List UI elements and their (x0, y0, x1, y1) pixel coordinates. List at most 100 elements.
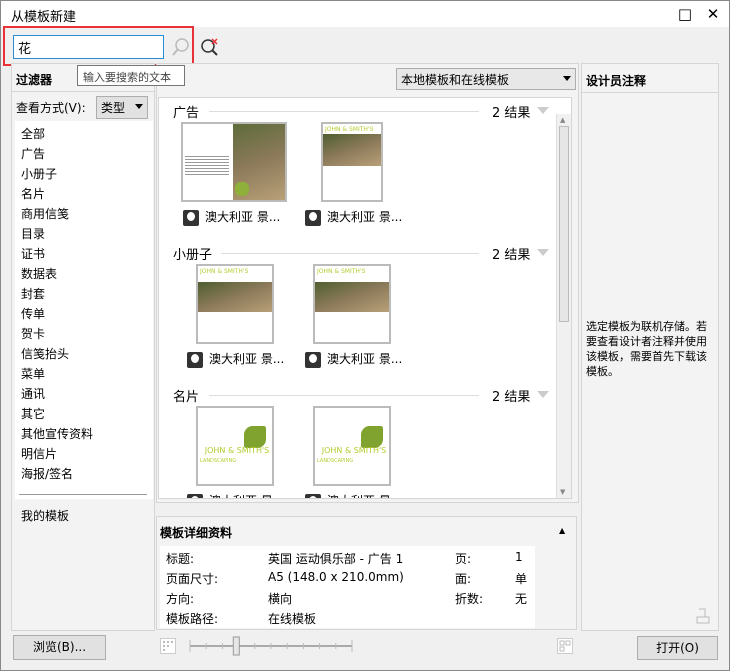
category-item[interactable]: 海报/签名 (21, 465, 73, 482)
title-bar: 从模板新建 □ ✕ (1, 1, 729, 27)
template-thumbnail[interactable]: JOHN & SMITH'S (321, 122, 383, 202)
category-item[interactable]: 通讯 (21, 385, 45, 402)
category-item[interactable]: 名片 (21, 185, 45, 202)
details-table: 标题: 英国 运动俱乐部 - 广告 1 页: 1 页面尺寸: A5 (148.0 x 21… (160, 546, 535, 628)
source-value: 本地模板和在线模板 (401, 73, 510, 87)
search-input[interactable] (13, 35, 164, 59)
result-count: 2 结果 (492, 390, 531, 405)
online-template-icon (183, 209, 199, 226)
view-by-select[interactable]: 类型 (96, 96, 148, 119)
template-label: 澳大利亚 景... (327, 352, 403, 366)
designer-note: 选定模板为联机存储。若要查看设计者注释并使用该模板，需要首先下载该模板。 (586, 320, 707, 378)
category-item[interactable]: 传单 (21, 305, 45, 322)
template-thumbnail[interactable]: JOHN & SMITH'S (196, 264, 274, 344)
template-item[interactable]: 澳大利亚 景... (305, 350, 402, 368)
category-item[interactable]: 封套 (21, 285, 45, 302)
new-from-template-dialog: 从模板新建 □ ✕ 输入要搜索的文本 过滤器 查看方式(V): 类型 全部 广告… (0, 0, 730, 671)
category-item[interactable]: 信笺抬头 (21, 345, 69, 362)
template-label: 澳大利亚 景... (209, 494, 284, 498)
designer-title: 设计员注释 (586, 74, 647, 88)
result-count: 2 结果 (492, 106, 531, 121)
template-thumbnail[interactable]: JOHN & SMITH'S LANDSCAPING (313, 406, 391, 486)
category-item[interactable]: 小册子 (21, 165, 57, 182)
browse-button[interactable]: 浏览(B)... (13, 635, 106, 660)
divider (221, 253, 479, 254)
template-label: 澳大利亚 景... (209, 352, 285, 366)
my-templates-item[interactable]: 我的模板 (21, 507, 69, 524)
result-count: 2 结果 (492, 248, 531, 263)
details-title: 模板详细资料 (160, 526, 233, 540)
divider (19, 494, 147, 495)
window-title: 从模板新建 (11, 10, 77, 25)
source-select[interactable]: 本地模板和在线模板 (396, 68, 576, 90)
section-title: 广告 (173, 106, 200, 121)
collapse-section-icon[interactable] (537, 107, 549, 114)
detail-key: 标题: (166, 552, 195, 566)
category-list: 全部 广告 小册子 名片 商用信笺 目录 证书 数据表 封套 传单 贺卡 信笺抬… (15, 121, 153, 523)
detail-value: A5 (148.0 x 210.0mm) (268, 570, 404, 584)
category-item[interactable]: 其他宣传资料 (21, 425, 93, 442)
template-label: 澳大利亚 景... (327, 210, 403, 224)
thumb-brand: JOHN & SMITH'S (204, 446, 270, 455)
maximize-button[interactable]: □ (672, 3, 698, 25)
detail-value: 英国 运动俱乐部 - 广告 1 (268, 552, 404, 566)
online-template-icon (187, 351, 203, 368)
view-by-label: 查看方式(V): (16, 101, 86, 115)
small-thumbnails-icon[interactable] (160, 638, 176, 654)
template-item[interactable]: 澳大利亚 景... (187, 350, 284, 368)
category-item[interactable]: 商用信笺 (21, 205, 69, 222)
template-item[interactable]: 澳大利亚 景... (305, 208, 402, 226)
section-title: 小册子 (173, 248, 213, 263)
detail-key: 模板路径: (166, 612, 219, 626)
divider (582, 92, 718, 93)
thumbnail-size-slider[interactable] (186, 635, 356, 657)
divider (209, 111, 479, 112)
template-item[interactable]: 澳大利亚 景... (305, 492, 402, 498)
thumb-brand: JOHN & SMITH'S (321, 446, 387, 455)
details-panel: 模板详细资料 ▲ 标题: 英国 运动俱乐部 - 广告 1 页: 1 页面尺寸: A5 (1… (156, 516, 577, 630)
scrollbar-thumb[interactable] (559, 126, 569, 322)
slider-thumb[interactable] (232, 636, 240, 656)
category-item[interactable]: 数据表 (21, 265, 57, 282)
online-template-icon (305, 493, 321, 498)
view-by-value: 类型 (101, 101, 126, 115)
clear-search-icon[interactable] (200, 37, 220, 57)
category-item[interactable]: 菜单 (21, 365, 45, 382)
collapse-section-icon[interactable] (537, 391, 549, 398)
collapse-icon[interactable]: ▲ (559, 526, 565, 535)
detail-value: 1 (515, 550, 523, 564)
template-label: 澳大利亚 景... (327, 494, 402, 498)
designer-notes-panel: 设计员注释 选定模板为联机存储。若要查看设计者注释并使用该模板，需要首先下载该模… (581, 63, 719, 631)
detail-value: 无 (515, 592, 528, 606)
detail-key: 页: (455, 552, 472, 566)
large-thumbnails-icon[interactable] (557, 638, 573, 654)
detail-key: 方向: (166, 592, 195, 606)
template-thumbnail[interactable]: JOHN & SMITH'S LANDSCAPING (196, 406, 274, 486)
category-item[interactable]: 目录 (21, 225, 45, 242)
print-icon (696, 608, 710, 624)
category-item[interactable]: 全部 (21, 125, 45, 142)
open-button[interactable]: 打开(O) (637, 636, 718, 660)
detail-key: 页面尺寸: (166, 572, 219, 586)
category-item[interactable]: 贺卡 (21, 325, 45, 342)
template-item[interactable]: 澳大利亚 景... (187, 492, 284, 498)
detail-value: 横向 (268, 592, 293, 606)
template-label: 澳大利亚 景... (205, 210, 281, 224)
category-item[interactable]: 广告 (21, 145, 45, 162)
section-title: 名片 (173, 390, 200, 405)
detail-key: 折数: (455, 592, 484, 606)
category-item[interactable]: 证书 (21, 245, 45, 262)
divider (11, 91, 155, 92)
thumb-sub: LANDSCAPING (200, 458, 237, 464)
category-item[interactable]: 其它 (21, 405, 45, 422)
template-thumbnail[interactable]: JOHN & SMITH'S (313, 264, 391, 344)
vertical-scrollbar[interactable]: ▲ ▼ (556, 114, 571, 498)
category-item[interactable]: 明信片 (21, 445, 57, 462)
filter-title: 过滤器 (16, 73, 53, 87)
collapse-section-icon[interactable] (537, 249, 549, 256)
close-button[interactable]: ✕ (700, 3, 726, 25)
search-icon[interactable] (171, 37, 191, 57)
template-thumbnail[interactable] (181, 122, 287, 202)
detail-value: 单 (515, 572, 528, 586)
template-item[interactable]: 澳大利亚 景... (183, 208, 280, 226)
